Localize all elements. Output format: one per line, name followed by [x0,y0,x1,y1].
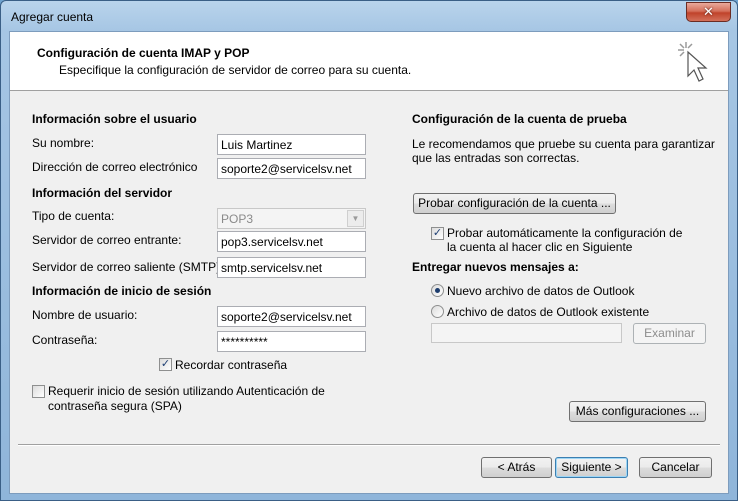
user-info-heading: Información sobre el usuario [32,112,197,126]
spa-label-line1[interactable]: Requerir inicio de sesión utilizando Aut… [48,384,325,398]
incoming-server-label: Servidor de correo entrante: [32,233,182,247]
browse-button[interactable]: Examinar [633,323,706,344]
outgoing-server-field[interactable]: smtp.servicelsv.net [217,257,366,278]
existing-data-file-radio[interactable] [431,305,444,318]
cancel-button[interactable]: Cancelar [639,457,712,478]
delivery-heading: Entregar nuevos mensajes a: [412,260,579,274]
window-title: Agregar cuenta [11,10,94,24]
password-field[interactable]: ********** [217,331,366,352]
existing-data-file-label[interactable]: Archivo de datos de Outlook existente [447,305,649,319]
close-button[interactable]: ✕ [686,2,731,22]
login-info-heading: Información de inicio de sesión [32,284,212,298]
password-label: Contraseña: [32,333,98,347]
account-type-value: POP3 [221,212,254,226]
page-subtitle: Especifique la configuración de servidor… [59,63,412,77]
cursor-sparkle-icon [678,42,708,82]
server-info-heading: Información del servidor [32,186,173,200]
remember-password-checkbox[interactable]: ✓ [159,358,172,371]
test-account-button[interactable]: Probar configuración de la cuenta ... [413,193,616,214]
username-label: Nombre de usuario: [32,308,138,322]
name-field[interactable]: Luis Martinez [217,134,366,155]
name-label: Su nombre: [32,136,95,150]
remember-password-label[interactable]: Recordar contraseña [175,358,287,372]
spa-label-line2[interactable]: contraseña segura (SPA) [48,399,182,413]
username-field[interactable]: soporte2@servicelsv.net [217,306,366,327]
page-title: Configuración de cuenta IMAP y POP [37,46,250,60]
auto-test-label-line2[interactable]: la cuenta al hacer clic en Siguiente [447,240,632,254]
back-button[interactable]: < Atrás [481,457,552,478]
spa-checkbox[interactable] [32,385,45,398]
dialog-window: Agregar cuenta ✕ Configuración de cuenta… [0,0,738,501]
footer-divider [18,444,720,446]
incoming-server-field[interactable]: pop3.servicelsv.net [217,231,366,252]
account-type-select[interactable]: POP3 ▼ [217,208,366,229]
test-description-line1: Le recomendamos que pruebe su cuenta par… [412,137,715,151]
outgoing-server-label: Servidor de correo saliente (SMTP): [32,260,224,274]
auto-test-checkbox[interactable]: ✓ [431,227,444,240]
chevron-down-icon: ▼ [347,210,364,227]
email-field[interactable]: soporte2@servicelsv.net [217,158,366,179]
account-type-label: Tipo de cuenta: [32,209,115,223]
test-heading: Configuración de la cuenta de prueba [412,112,627,126]
wizard-header: Configuración de cuenta IMAP y POP Espec… [10,32,728,91]
more-settings-button[interactable]: Más configuraciones ... [569,401,706,422]
new-data-file-label[interactable]: Nuevo archivo de datos de Outlook [447,284,634,298]
new-data-file-radio[interactable] [431,284,444,297]
email-label: Dirección de correo electrónico [32,160,198,174]
data-file-path-field[interactable] [431,323,622,343]
dialog-body: Configuración de cuenta IMAP y POP Espec… [9,31,729,494]
title-bar[interactable]: Agregar cuenta ✕ [1,1,737,31]
next-button[interactable]: Siguiente > [555,457,628,478]
auto-test-label-line1[interactable]: Probar automáticamente la configuración … [447,226,682,240]
test-description-line2: que las entradas son correctas. [412,151,580,165]
